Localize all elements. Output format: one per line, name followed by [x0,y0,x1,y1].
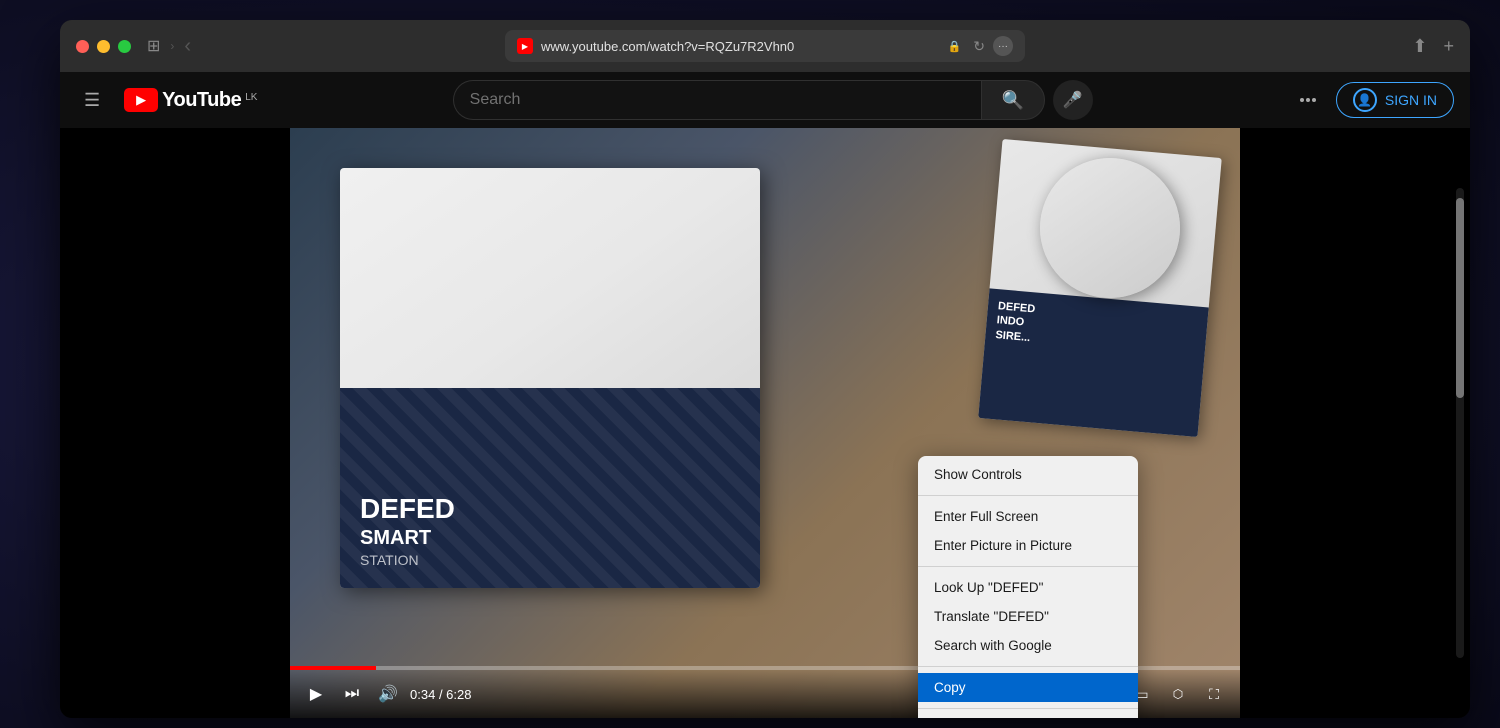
search-container: Search 🔍 🎤 [453,80,1093,120]
menu-section-1: Show Controls [918,456,1138,493]
box-subtitle-text: SMART [360,527,455,550]
browser-window: ⊞ › ‹ www.youtube.com/watch?v=RQZu7R2Vhn… [60,20,1470,718]
more-options-button[interactable] [1288,80,1328,120]
airplay-button[interactable]: ⬡ [1164,680,1192,708]
search-input[interactable]: Search [453,80,981,120]
left-panel [60,128,290,718]
sign-in-label: SIGN IN [1385,92,1437,108]
play-icon: ▶ [310,684,322,704]
next-button[interactable]: ⏭ [338,680,366,708]
menu-divider-4 [918,708,1138,709]
current-time: 0:34 [410,687,435,702]
scrollbar[interactable] [1456,188,1464,658]
minimize-button[interactable] [97,40,110,53]
menu-item-pip[interactable]: Enter Picture in Picture [918,531,1138,560]
maximize-button[interactable] [118,40,131,53]
menu-section-2: Enter Full Screen Enter Picture in Pictu… [918,498,1138,564]
menu-item-copy[interactable]: Copy [918,673,1138,702]
menu-item-translate-label: Translate "DEFED" [934,609,1049,624]
youtube-logo[interactable]: YouTube LK [124,88,257,112]
menu-section-5: Share... [918,711,1138,718]
youtube-header: ☰ YouTube LK Search 🔍 🎤 👤 SIGN IN [60,72,1470,128]
right-panel [1240,128,1470,718]
menu-item-search-google-label: Search with Google [934,638,1052,653]
total-time: 6:28 [446,687,471,702]
sidebar-toggle-icon[interactable]: ⊞ [147,36,160,56]
secondary-box-text: DEFEDINDOSIRE... [995,299,1198,359]
mic-icon: 🎤 [1063,90,1083,110]
reload-icon[interactable]: ↻ [973,38,985,55]
time-display: 0:34 / 6:28 [410,687,471,702]
youtube-logo-text: YouTube [162,89,241,112]
hamburger-menu-icon[interactable]: ☰ [76,82,108,119]
menu-section-3: Look Up "DEFED" Translate "DEFED" Search… [918,569,1138,664]
volume-button[interactable]: 🔊 [374,680,402,708]
menu-item-show-controls-label: Show Controls [934,467,1022,482]
url-text: www.youtube.com/watch?v=RQZu7R2Vhn0 [541,39,940,54]
search-placeholder: Search [470,91,521,109]
nav-controls: ⊞ › ‹ [147,35,191,58]
scrollbar-thumb[interactable] [1456,198,1464,398]
lock-icon: 🔒 [948,40,962,53]
voice-search-button[interactable]: 🎤 [1053,80,1093,120]
earbuds-product [1040,158,1180,298]
airplay-icon: ⬡ [1173,687,1183,701]
titlebar-right-actions: ⬆ + [1412,36,1454,57]
fullscreen-icon: ⛶ [1209,686,1219,703]
menu-divider-3 [918,666,1138,667]
menu-section-4: Copy [918,669,1138,706]
close-button[interactable] [76,40,89,53]
sign-in-button[interactable]: 👤 SIGN IN [1336,82,1454,118]
new-tab-button[interactable]: + [1443,36,1454,57]
skip-icon: ⏭ [345,685,359,703]
menu-item-pip-label: Enter Picture in Picture [934,538,1072,553]
titlebar: ⊞ › ‹ www.youtube.com/watch?v=RQZu7R2Vhn… [60,20,1470,72]
play-button[interactable]: ▶ [302,680,330,708]
site-favicon [517,38,533,54]
menu-item-translate[interactable]: Translate "DEFED" [918,602,1138,631]
fullscreen-button[interactable]: ⛶ [1200,680,1228,708]
chevron-icon: › [170,39,174,53]
back-button[interactable]: ‹ [184,35,191,58]
search-button[interactable]: 🔍 [981,80,1045,120]
search-icon: 🔍 [1001,90,1023,111]
box-text: DEFED SMART STATION [360,495,455,568]
header-right-actions: 👤 SIGN IN [1288,80,1454,120]
secondary-box-bottom: DEFEDINDOSIRE... [978,288,1208,437]
box-brand-text: DEFED [360,495,455,523]
video-content-box: DEFED SMART STATION [340,168,760,588]
address-bar[interactable]: www.youtube.com/watch?v=RQZu7R2Vhn0 🔒 ↻ … [505,30,1025,62]
share-button[interactable]: ⬆ [1412,36,1427,57]
box-model-text: STATION [360,552,455,568]
menu-item-fullscreen-label: Enter Full Screen [934,509,1038,524]
volume-icon: 🔊 [378,684,398,704]
menu-item-lookup[interactable]: Look Up "DEFED" [918,573,1138,602]
youtube-logo-icon [124,88,158,112]
extensions-icon[interactable]: ··· [993,36,1013,56]
context-menu: Show Controls Enter Full Screen Enter Pi… [918,456,1138,718]
youtube-country-code: LK [245,92,257,103]
menu-divider-2 [918,566,1138,567]
menu-item-lookup-label: Look Up "DEFED" [934,580,1043,595]
video-container: DEFED SMART STATION DEFEDINDOSIRE... MAK… [60,128,1470,718]
menu-item-copy-label: Copy [934,680,966,695]
menu-item-show-controls[interactable]: Show Controls [918,460,1138,489]
menu-item-fullscreen[interactable]: Enter Full Screen [918,502,1138,531]
user-icon: 👤 [1353,88,1377,112]
menu-divider-1 [918,495,1138,496]
menu-item-share[interactable]: Share... [918,715,1138,718]
menu-item-search-google[interactable]: Search with Google [918,631,1138,660]
traffic-lights [76,40,131,53]
